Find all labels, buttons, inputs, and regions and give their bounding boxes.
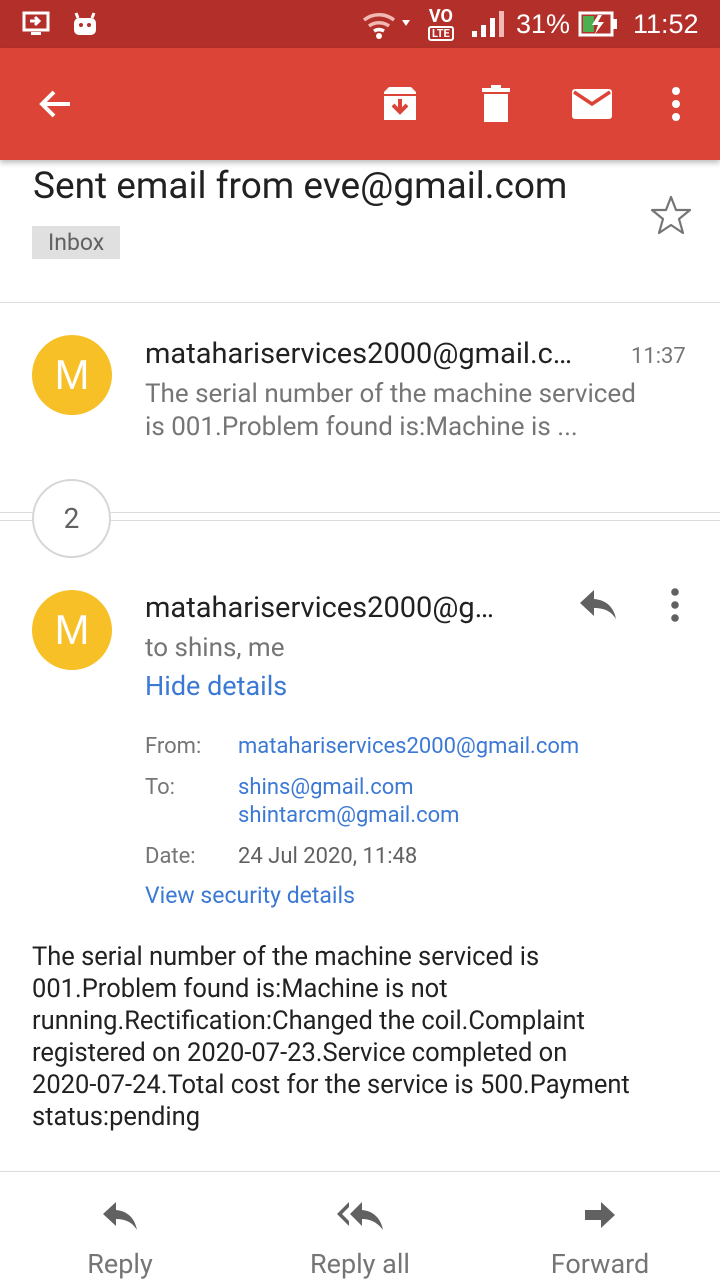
volte-label: VO xyxy=(428,5,453,27)
reply-button[interactable] xyxy=(578,588,624,628)
snippet-line: is 001.Problem found is:Machine is ... xyxy=(145,412,578,442)
reply-icon xyxy=(103,1202,137,1230)
subject-divider xyxy=(0,302,720,303)
body-line: running.Rectification:Changed the coil.C… xyxy=(32,1006,585,1036)
archive-icon xyxy=(384,87,416,120)
body-line: registered on 2020-07-23.Service complet… xyxy=(32,1038,568,1068)
forward-action-button[interactable]: Forward xyxy=(510,1172,690,1280)
reply-action-button[interactable]: Reply xyxy=(30,1172,210,1280)
message-time: 11:37 xyxy=(631,344,686,369)
screen-cast-icon xyxy=(22,0,50,48)
app-bar xyxy=(0,48,720,160)
forward-icon xyxy=(585,1202,615,1228)
volte-indicator: VO LTE xyxy=(428,0,454,48)
android-icon xyxy=(72,0,98,48)
mark-unread-button[interactable] xyxy=(562,74,622,134)
hide-details-link[interactable]: Hide details xyxy=(145,670,287,702)
signal-icon xyxy=(470,0,508,48)
message-more-button[interactable] xyxy=(670,588,692,624)
more-vert-icon xyxy=(672,87,680,121)
reply-label: Reply xyxy=(87,1248,153,1280)
to-address[interactable]: shintarcm@gmail.com xyxy=(238,803,459,828)
star-icon xyxy=(650,195,692,235)
body-line: 2020-07-24.Total cost for the service is… xyxy=(32,1070,630,1100)
status-bar: VO LTE 31% 11:52 xyxy=(0,0,720,48)
view-security-details-link[interactable]: View security details xyxy=(145,882,355,909)
from-address[interactable]: matahariservices2000@gmail.com xyxy=(238,734,579,759)
lte-label: LTE xyxy=(428,25,454,41)
inbox-label-chip[interactable]: Inbox xyxy=(32,226,121,259)
delete-button[interactable] xyxy=(466,74,526,134)
reply-all-label: Reply all xyxy=(310,1248,410,1280)
battery-percent: 31% xyxy=(516,8,571,39)
back-button[interactable] xyxy=(25,74,85,134)
message-snippet: The serial number of the machine service… xyxy=(145,378,685,444)
recipients-summary: to shins, me xyxy=(145,633,285,663)
reply-icon xyxy=(580,590,616,619)
mark-unread-icon xyxy=(572,89,612,119)
to-address[interactable]: shins@gmail.com xyxy=(238,775,414,800)
sender-avatar: M xyxy=(32,590,112,670)
date-label: Date: xyxy=(145,844,196,869)
archive-button[interactable] xyxy=(370,74,430,134)
sender-name: matahariservices2000@g… xyxy=(145,591,495,625)
email-subject: Sent email from eve@gmail.com xyxy=(33,165,568,208)
star-button[interactable] xyxy=(650,194,692,236)
reply-all-icon xyxy=(337,1202,383,1230)
snippet-line: The serial number of the machine service… xyxy=(145,379,636,409)
back-icon xyxy=(39,90,70,118)
from-label: From: xyxy=(145,734,202,759)
sender-avatar: M xyxy=(32,335,112,415)
wifi-icon xyxy=(360,0,412,48)
body-line: 001.Problem found is:Machine is not xyxy=(32,974,448,1004)
message-body: The serial number of the machine service… xyxy=(32,941,702,1133)
body-line: The serial number of the machine service… xyxy=(32,942,540,972)
more-vert-icon xyxy=(671,588,679,622)
forward-label: Forward xyxy=(550,1248,650,1280)
delete-icon xyxy=(482,85,510,122)
bottom-actions: Reply Reply all Forward xyxy=(0,1172,720,1280)
more-options-button[interactable] xyxy=(646,74,706,134)
reply-all-action-button[interactable]: Reply all xyxy=(270,1172,450,1280)
battery-charging-icon xyxy=(578,0,618,48)
to-label: To: xyxy=(145,775,175,800)
date-value: 24 Jul 2020, 11:48 xyxy=(238,844,418,869)
sender-name: matahariservices2000@gmail.c… xyxy=(145,337,573,371)
clock: 11:52 xyxy=(633,8,699,39)
body-line: status:pending xyxy=(32,1102,201,1132)
hidden-messages-count[interactable]: 2 xyxy=(32,479,111,558)
